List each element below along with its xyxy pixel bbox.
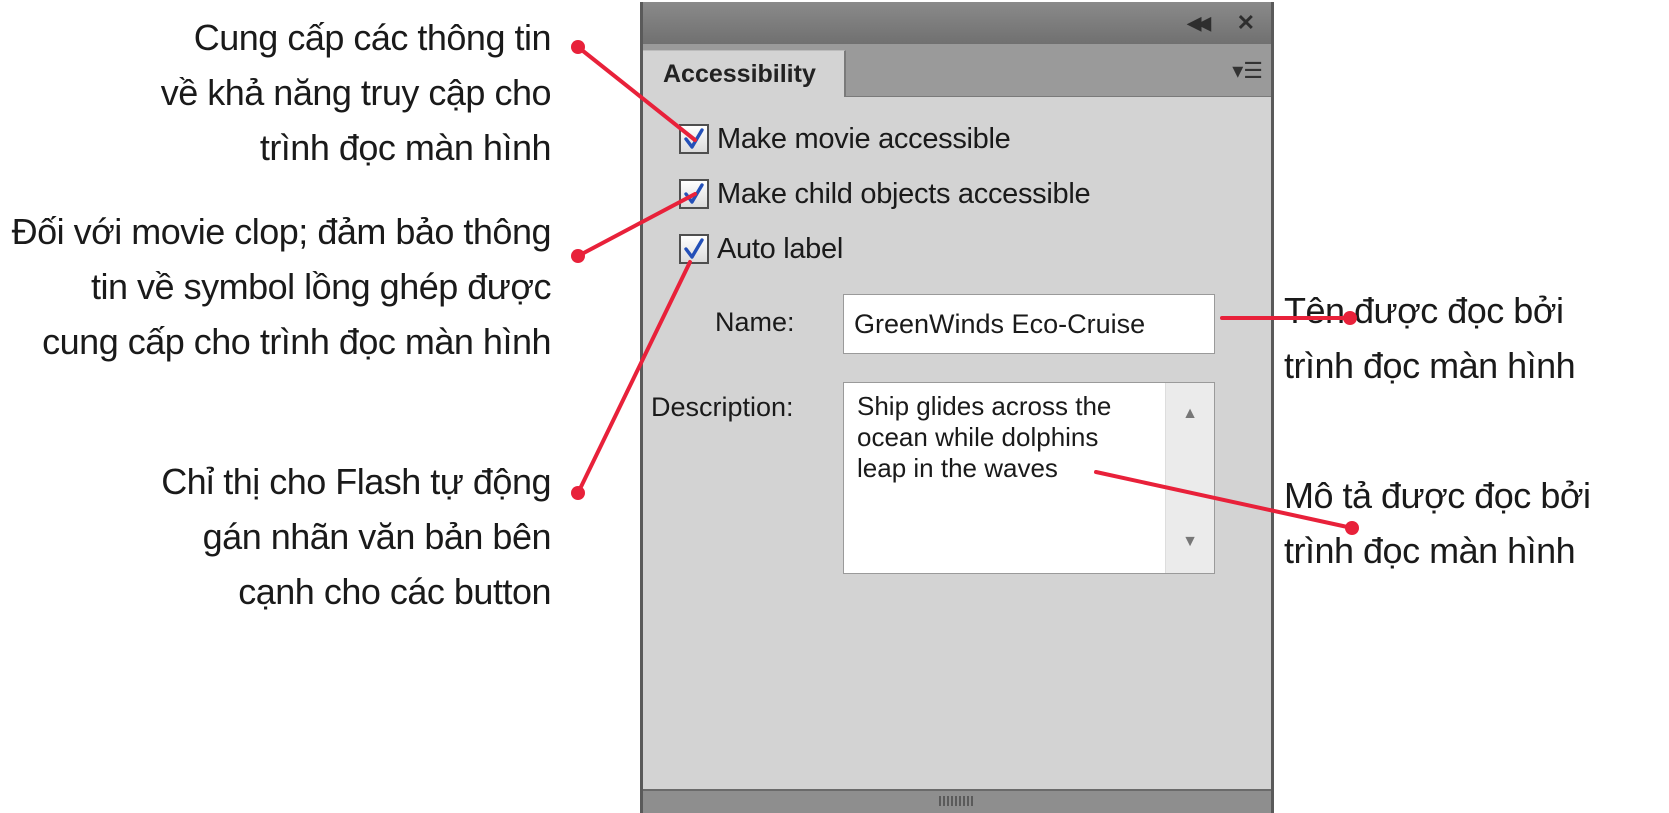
callout-line: Chỉ thị cho Flash tự động [161,461,551,502]
callout-line: gán nhãn văn bản bên [202,516,552,557]
callout-line: trình đọc màn hình [1284,345,1576,386]
auto-label-checkbox[interactable]: Auto label [679,229,843,269]
callout-line: cung cấp cho trình đọc màn hình [42,321,551,362]
panel-tabbar: Accessibility ▾☰ [643,44,1271,97]
leader-dot [571,249,585,263]
close-icon[interactable]: ✕ [1237,8,1255,38]
description-textarea[interactable]: Ship glides across the ocean while dolph… [843,382,1215,574]
leader-dot [571,486,585,500]
checkbox-label: Make movie accessible [717,122,1011,155]
double-chevron-left-icon[interactable]: ◀◀ [1187,8,1211,38]
name-input[interactable] [843,294,1215,354]
name-label: Name: [715,307,795,337]
scroll-down-icon[interactable]: ▼ [1166,533,1214,551]
make-child-objects-accessible-checkbox[interactable]: Make child objects accessible [679,174,1091,214]
checkmark-icon [684,183,704,204]
scroll-up-icon[interactable]: ▲ [1166,405,1214,423]
panel-menu-icon[interactable]: ▾☰ [1232,58,1263,84]
callout-line: Đối với movie clop; đảm bảo thông [11,211,552,252]
callout-make-movie-accessible: Cung cấp các thông tin về khả năng truy … [160,10,552,175]
callout-line: cạnh cho các button [238,571,551,612]
callout-line: về khả năng truy cập cho [160,72,552,113]
description-scrollbar[interactable]: ▲ ▼ [1165,383,1214,573]
panel-resize-bar [643,789,1271,813]
checkbox-label: Auto label [717,232,843,265]
tab-accessibility[interactable]: Accessibility [643,50,846,97]
checkbox-label: Make child objects accessible [717,177,1091,210]
leader-dot [571,40,585,54]
callout-child-objects: Đối với movie clop; đảm bảo thông tin về… [11,204,552,369]
description-text: Ship glides across the ocean while dolph… [857,391,1112,483]
callout-name: Tên được đọc bởi trình đọc màn hình [1284,283,1576,393]
callout-line: Tên được đọc bởi [1284,290,1564,331]
description-label: Description: [651,392,794,422]
checkbox-box[interactable] [679,234,709,264]
callout-line: trình đọc màn hình [259,127,552,168]
callout-line: trình đọc màn hình [1284,530,1576,571]
callout-line: Mô tả được đọc bởi [1284,475,1591,516]
resize-grip[interactable] [939,796,975,806]
accessibility-panel: ◀◀ ✕ Accessibility ▾☰ Make movie accessi… [640,2,1274,813]
checkbox-box[interactable] [679,179,709,209]
callout-line: Cung cấp các thông tin [193,17,552,58]
checkmark-icon [684,128,704,149]
callout-description: Mô tả được đọc bởi trình đọc màn hình [1284,468,1591,578]
make-movie-accessible-checkbox[interactable]: Make movie accessible [679,119,1011,159]
checkmark-icon [684,238,704,259]
callout-auto-label: Chỉ thị cho Flash tự động gán nhãn văn b… [161,454,551,619]
checkbox-box[interactable] [679,124,709,154]
panel-titlebar: ◀◀ ✕ [643,2,1271,45]
callout-line: tin về symbol lồng ghép được [91,266,551,307]
